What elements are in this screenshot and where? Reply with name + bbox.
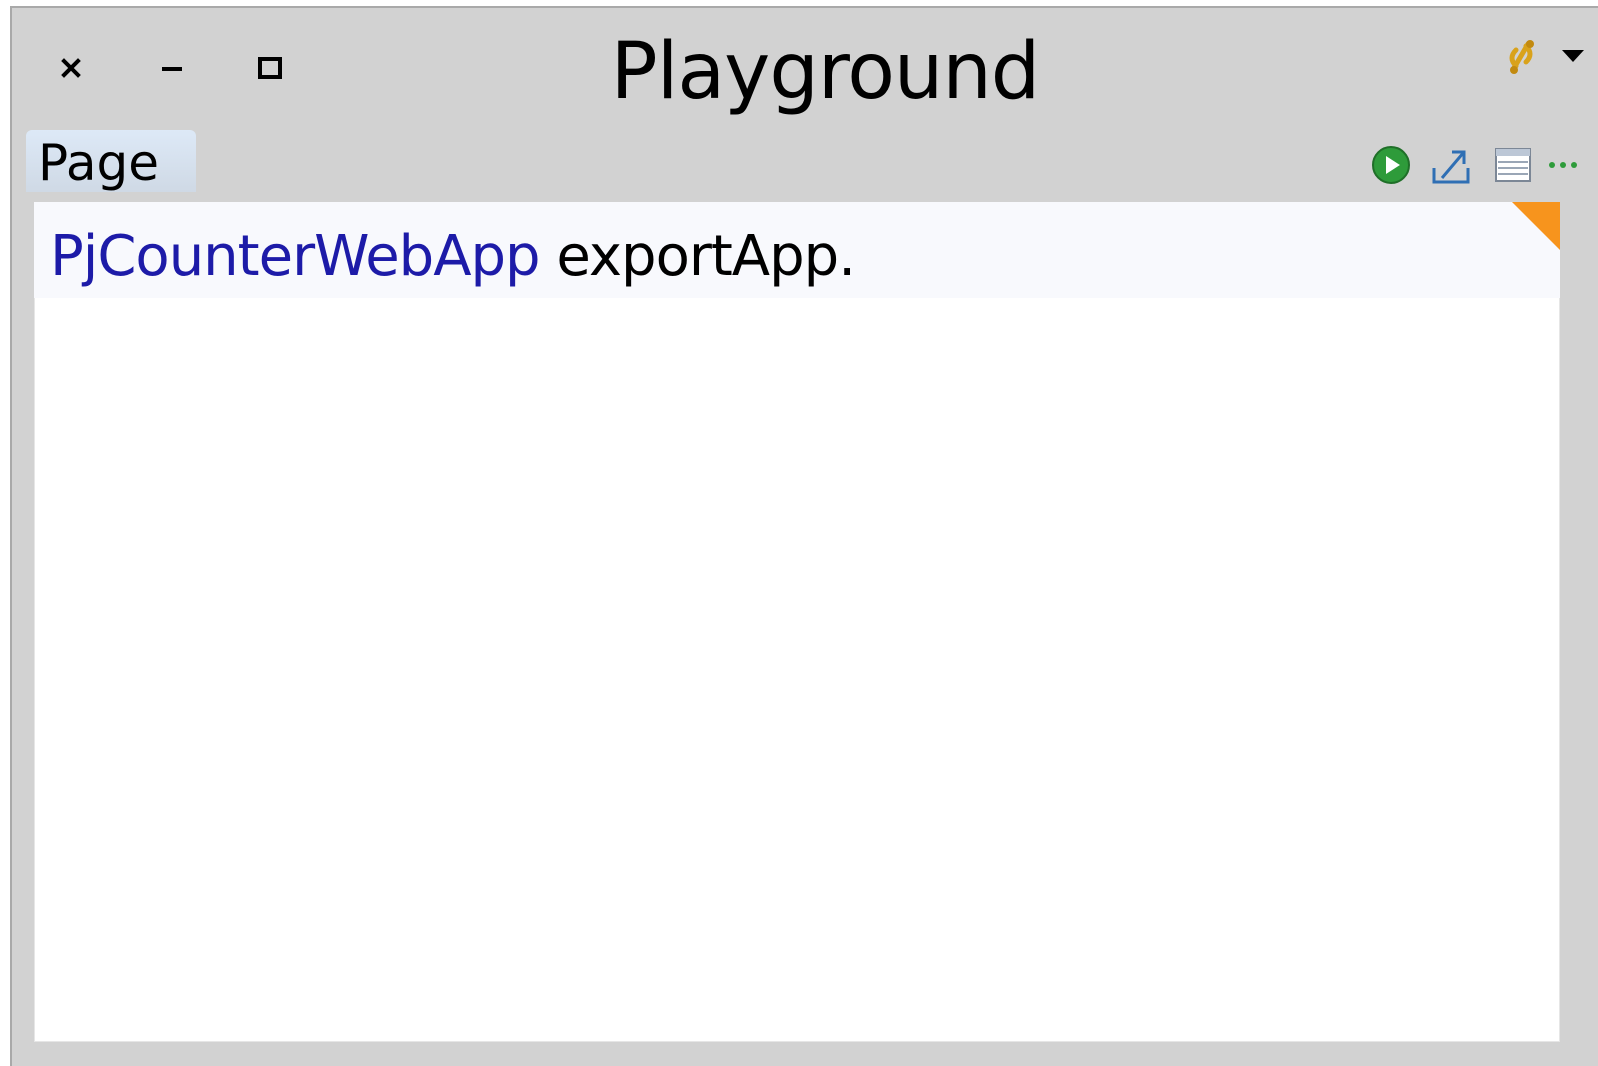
title-bar[interactable]: Playground <box>12 8 1598 126</box>
inspect-button[interactable] <box>1492 144 1534 186</box>
code-class-name: PjCounterWebApp <box>50 224 541 289</box>
more-icon <box>1549 162 1577 168</box>
export-icon <box>1432 150 1470 184</box>
playground-window: Playground Page PjCounterWebApp exportAp… <box>10 6 1598 1066</box>
inspect-icon <box>1495 148 1531 182</box>
window-menu-icon <box>1509 40 1584 74</box>
code-message: exportApp. <box>539 224 856 289</box>
modified-corner-icon <box>1512 202 1560 250</box>
window-title: Playground <box>610 27 1041 117</box>
tab-page-label: Page <box>38 134 160 192</box>
run-button[interactable] <box>1370 144 1412 186</box>
code-editor[interactable]: PjCounterWebApp exportApp. <box>34 202 1560 1042</box>
tab-page[interactable]: Page <box>26 130 196 192</box>
export-button[interactable] <box>1430 144 1472 186</box>
code-text: PjCounterWebApp exportApp. <box>50 222 856 292</box>
code-line[interactable]: PjCounterWebApp exportApp. <box>34 202 1560 298</box>
run-icon <box>1372 146 1410 184</box>
playground-toolbar <box>1358 140 1598 190</box>
window-menu-button[interactable] <box>1492 32 1590 84</box>
more-button[interactable] <box>1544 144 1586 186</box>
